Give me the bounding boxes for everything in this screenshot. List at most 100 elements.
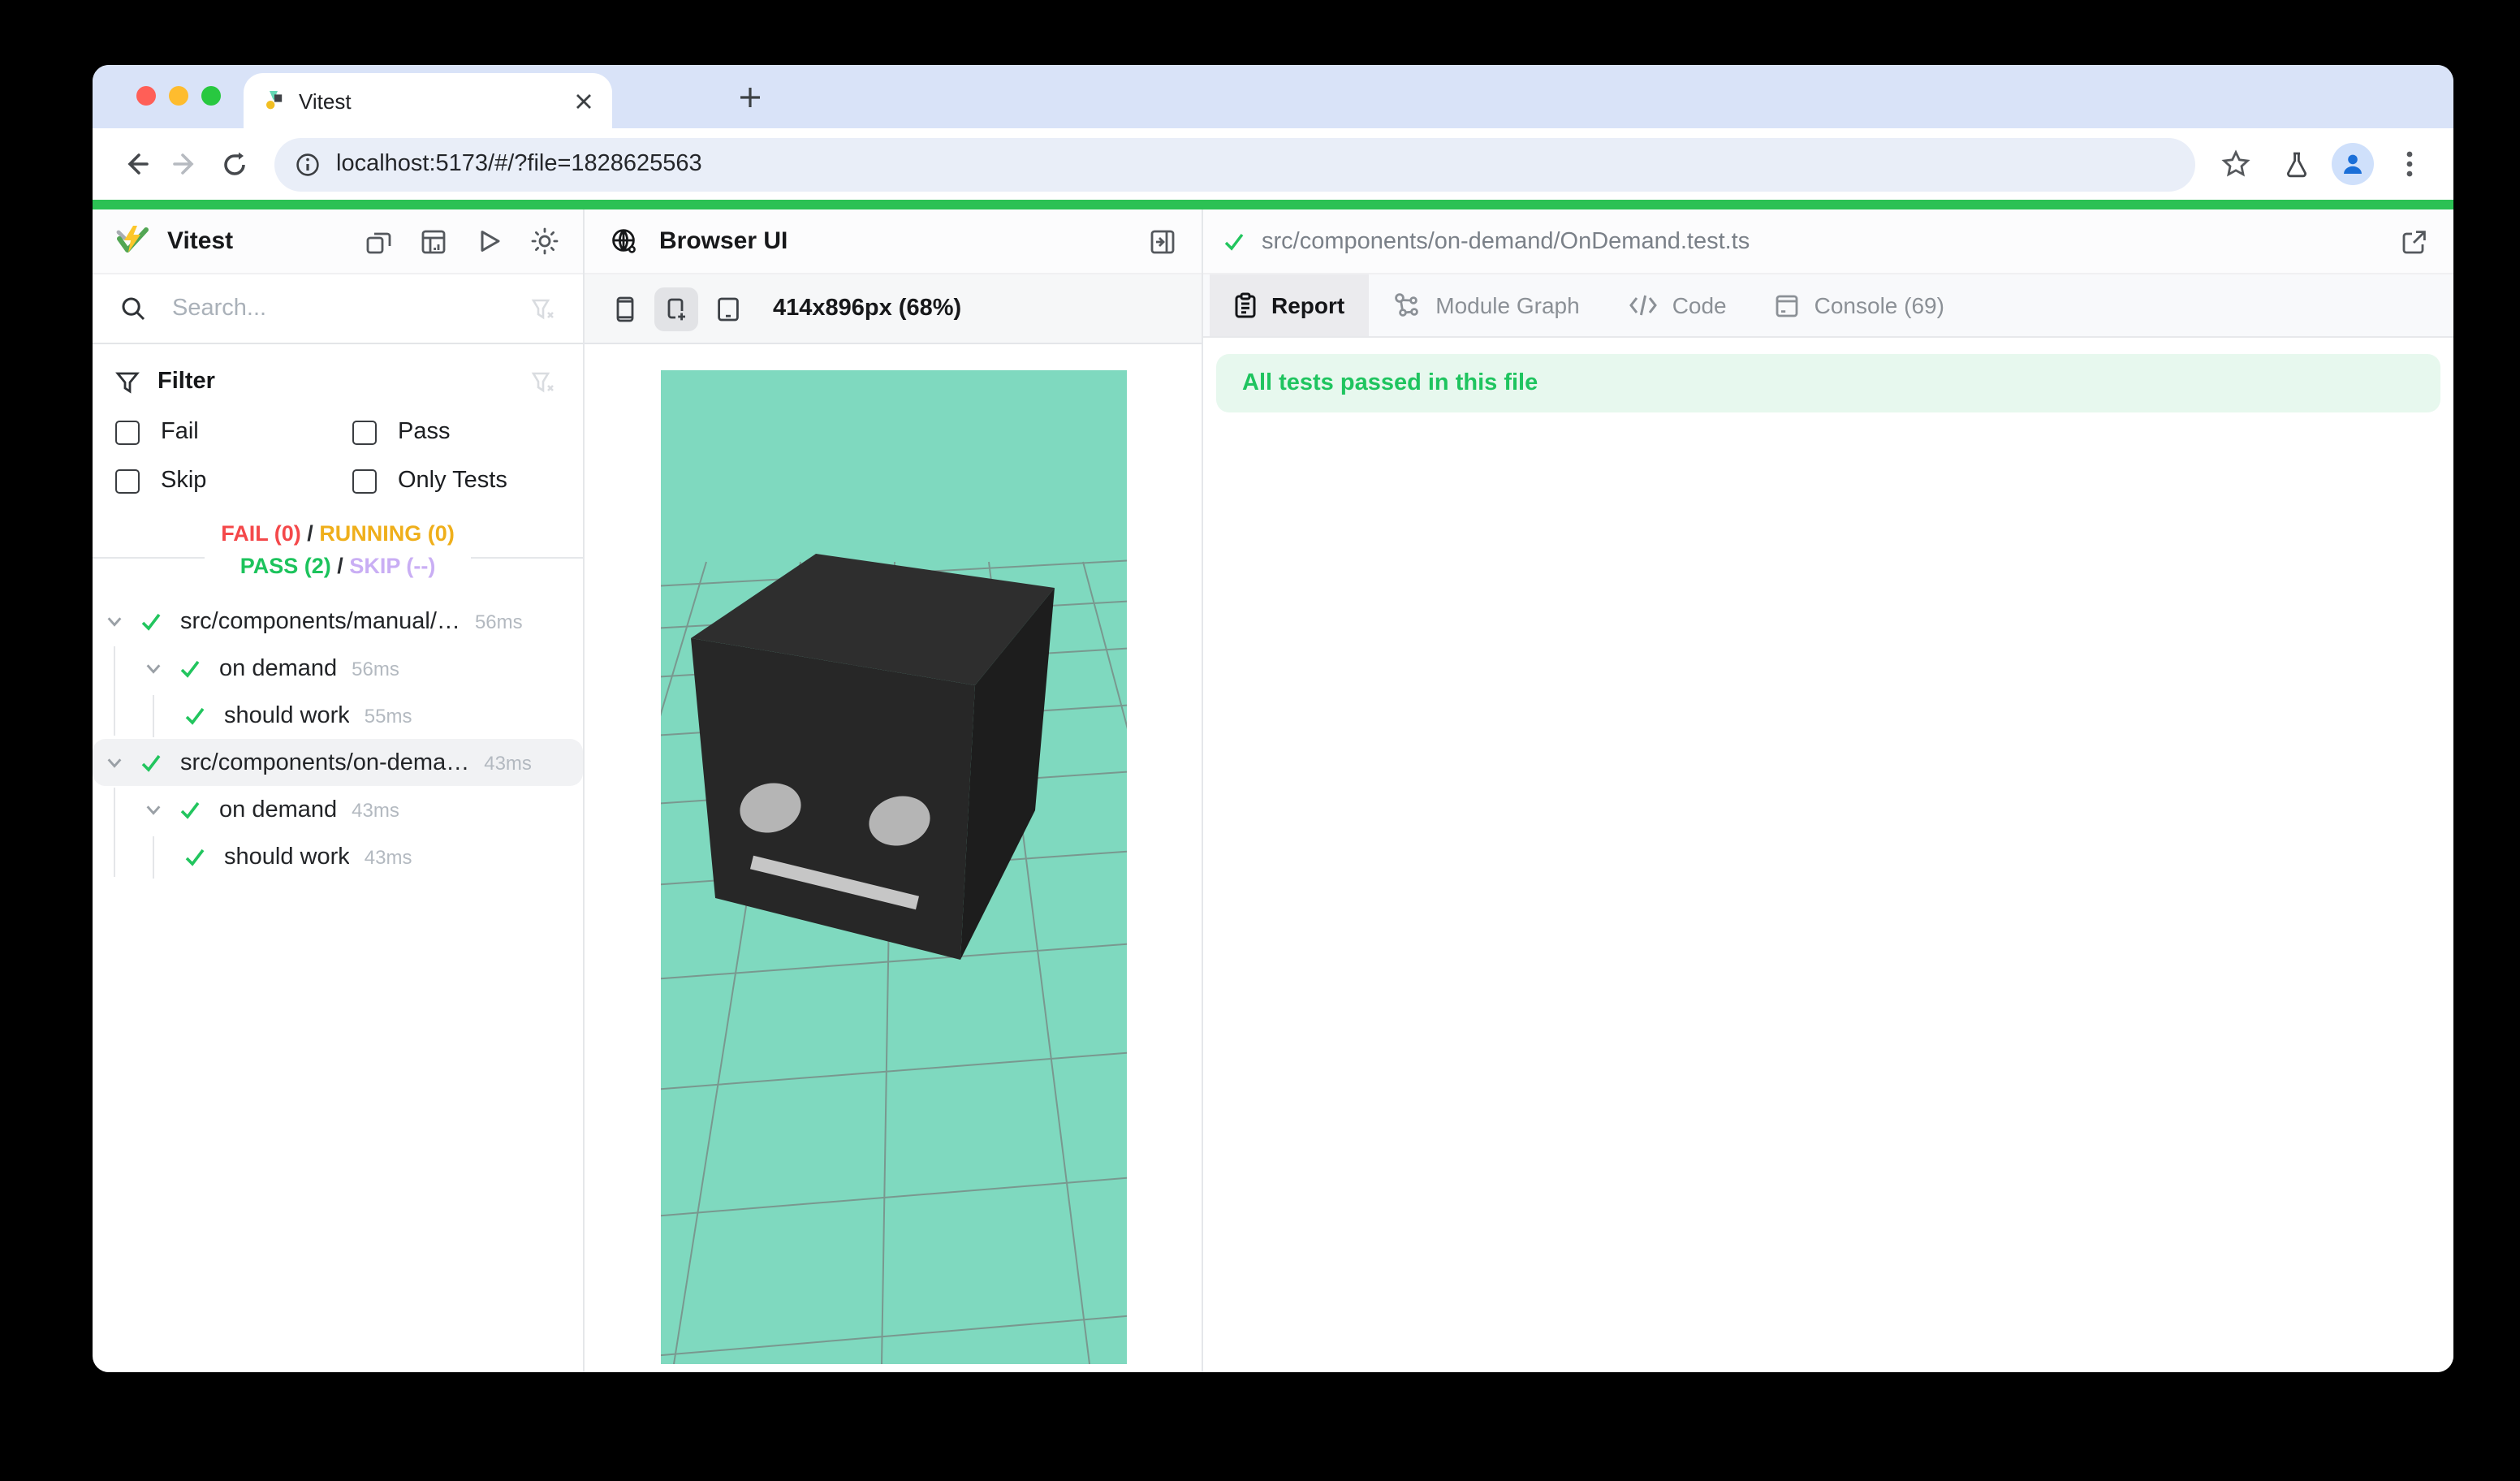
browser-tab[interactable]: Vitest	[244, 73, 612, 128]
pass-check-icon	[179, 798, 201, 821]
pass-check-icon	[1223, 230, 1245, 253]
tree-file-row[interactable]: src/components/manual/… 56ms	[93, 598, 583, 645]
tab-code[interactable]: Code	[1604, 274, 1751, 336]
run-all-play-icon[interactable]	[469, 222, 508, 261]
tab-label: Code	[1672, 292, 1727, 318]
tab-module-graph[interactable]: Module Graph	[1369, 274, 1603, 336]
code-brackets-icon	[1629, 294, 1658, 317]
tab-report[interactable]: Report	[1210, 274, 1369, 336]
tab-close-icon[interactable]	[575, 92, 593, 110]
pass-check-icon	[140, 610, 162, 633]
tested-app-canvas[interactable]	[660, 370, 1126, 1364]
tree-test-row[interactable]: should work 43ms	[93, 833, 583, 880]
chevron-down-icon[interactable]	[106, 753, 123, 771]
reload-icon[interactable]	[209, 140, 258, 188]
external-link-icon[interactable]	[2395, 222, 2434, 261]
report-panel: src/components/on-demand/OnDemand.test.t…	[1203, 209, 2453, 1372]
test-tree: src/components/manual/… 56ms on demand 5…	[93, 598, 583, 880]
browser-ui-header: Browser UI	[585, 209, 1202, 274]
vitest-favicon	[263, 89, 286, 112]
sidebar: Vitest	[93, 209, 585, 1372]
theme-sun-icon[interactable]	[524, 222, 563, 261]
filter-checkbox-skip[interactable]: Skip	[115, 463, 352, 499]
browser-window: Vitest localhost:5173/#/?file=1828625563	[93, 65, 2453, 1372]
tree-suite-row[interactable]: on demand 56ms	[93, 645, 583, 692]
vitest-ui: Vitest	[93, 209, 2453, 1372]
pass-count: PASS (2)	[240, 554, 331, 578]
preview-area	[585, 344, 1202, 1372]
checkbox-icon[interactable]	[115, 420, 140, 444]
back-icon[interactable]	[112, 140, 161, 188]
test-file-path: src/components/on-demand/OnDemand.test.t…	[1262, 228, 1750, 254]
bookmark-star-icon[interactable]	[2211, 140, 2260, 188]
toolbar-actions	[2211, 140, 2434, 188]
zoom-window-button[interactable]	[201, 86, 221, 106]
tab-label: Module Graph	[1435, 292, 1579, 318]
search-input[interactable]	[169, 294, 507, 323]
report-clipboard-icon	[1234, 292, 1257, 318]
test-duration: 56ms	[352, 657, 399, 680]
checkbox-icon[interactable]	[352, 420, 377, 444]
site-info-icon[interactable]	[296, 152, 320, 176]
skip-count: SKIP (--)	[349, 554, 435, 578]
clear-filter-icon[interactable]	[523, 362, 562, 401]
sidebar-header: Vitest	[93, 209, 583, 274]
test-progress-bar	[93, 200, 2453, 209]
console-terminal-icon	[1776, 293, 1800, 317]
module-graph-icon	[1393, 292, 1421, 318]
viewport-size-label: 414x896px (68%)	[773, 296, 961, 322]
tree-test-row[interactable]: should work 55ms	[93, 692, 583, 739]
test-duration: 43ms	[484, 751, 532, 774]
tab-label: Console (69)	[1814, 292, 1944, 318]
search-icon	[114, 289, 153, 328]
new-tab-button[interactable]	[729, 76, 771, 119]
test-suite-label: on demand	[219, 655, 337, 681]
collapse-panels-icon[interactable]	[359, 222, 398, 261]
checkbox-icon[interactable]	[115, 468, 140, 493]
filter-title: Filter	[158, 369, 215, 395]
tab-label: Report	[1271, 292, 1344, 318]
phone-small-icon[interactable]	[602, 287, 646, 330]
profile-avatar[interactable]	[2332, 143, 2374, 185]
device-toolbar: 414x896px (68%)	[585, 274, 1202, 344]
phone-rotate-icon[interactable]	[654, 287, 698, 330]
pass-check-icon	[140, 751, 162, 774]
test-duration: 43ms	[352, 798, 399, 821]
forward-icon[interactable]	[161, 140, 209, 188]
browser-ui-panel: Browser UI 414x896px (68%)	[585, 209, 1203, 1372]
report-header: src/components/on-demand/OnDemand.test.t…	[1203, 209, 2453, 274]
filter-section: Filter Fail Pass	[93, 344, 583, 512]
vitest-logo-icon	[112, 222, 151, 261]
tab-console[interactable]: Console (69)	[1751, 274, 1969, 336]
url-bar[interactable]: localhost:5173/#/?file=1828625563	[274, 137, 2195, 191]
close-window-button[interactable]	[136, 86, 156, 106]
pass-check-icon	[183, 845, 206, 868]
tree-suite-row[interactable]: on demand 43ms	[93, 786, 583, 833]
filter-checkbox-only-tests[interactable]: Only Tests	[352, 463, 562, 499]
filter-checkbox-fail[interactable]: Fail	[115, 414, 352, 450]
clear-search-filter-icon[interactable]	[523, 289, 562, 328]
filter-header: Filter	[114, 361, 562, 403]
tab-strip: Vitest	[93, 65, 2453, 128]
running-count: RUNNING (0)	[319, 521, 455, 546]
test-file-label: src/components/manual/…	[180, 608, 460, 634]
browser-toolbar: localhost:5173/#/?file=1828625563	[93, 128, 2453, 200]
test-summary: FAIL (0) / RUNNING (0) PASS (2) / SKIP (…	[93, 515, 583, 583]
experiments-flask-icon[interactable]	[2272, 140, 2320, 188]
panel-right-icon[interactable]	[1143, 222, 1182, 261]
checkbox-label: Fail	[161, 419, 199, 445]
minimize-window-button[interactable]	[169, 86, 188, 106]
chevron-down-icon[interactable]	[145, 801, 162, 818]
layout-dashboard-icon[interactable]	[414, 222, 453, 261]
window-controls	[136, 86, 221, 106]
kebab-menu-icon[interactable]	[2385, 140, 2434, 188]
banner-text: All tests passed in this file	[1242, 370, 1538, 396]
tree-file-row-selected[interactable]: src/components/on-dema… 43ms	[93, 739, 583, 786]
test-case-label: should work	[224, 702, 350, 728]
filter-checkbox-pass[interactable]: Pass	[352, 414, 562, 450]
test-file-label: src/components/on-dema…	[180, 749, 469, 775]
chevron-down-icon[interactable]	[145, 659, 162, 677]
tablet-icon[interactable]	[706, 287, 750, 330]
chevron-down-icon[interactable]	[106, 612, 123, 630]
checkbox-icon[interactable]	[352, 468, 377, 493]
